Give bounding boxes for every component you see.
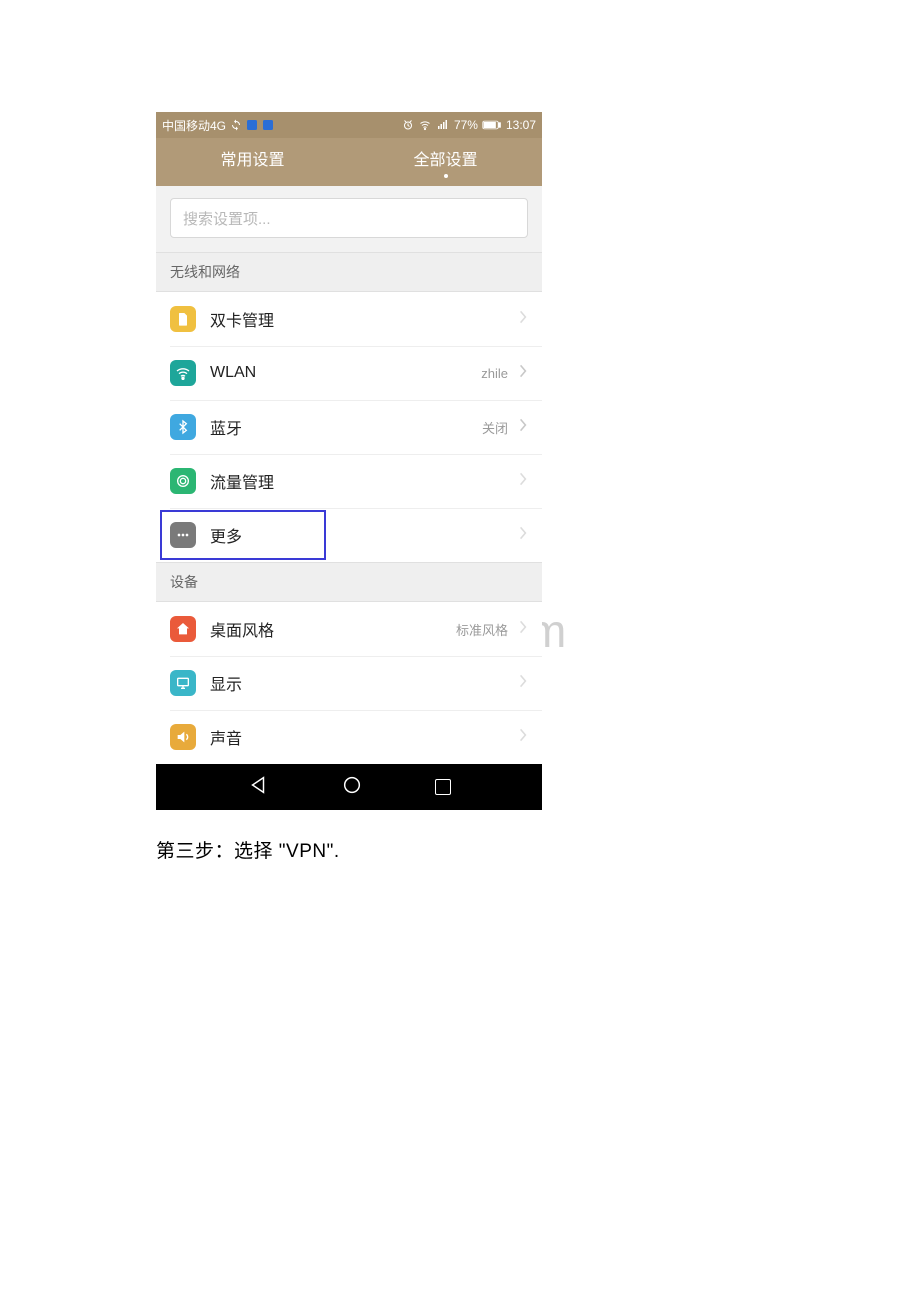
item-label: 显示 — [210, 671, 242, 695]
app-badge2-icon — [262, 119, 274, 131]
bluetooth-icon — [170, 414, 196, 440]
sim-icon — [170, 306, 196, 332]
chevron-right-icon — [518, 727, 528, 748]
back-button[interactable] — [247, 774, 269, 801]
home-button[interactable] — [341, 774, 363, 801]
search-input[interactable]: 搜索设置项... — [170, 198, 528, 238]
battery-percent: 77% — [454, 118, 478, 132]
chevron-right-icon — [518, 363, 528, 384]
wireless-list: 双卡管理 WLAN zhile 蓝牙 关闭 流量管理 — [156, 292, 542, 562]
phone-screenshot: 中国移动4G 77% 13:07 常用设置 全部设置 — [156, 112, 542, 810]
search-placeholder: 搜索设置项... — [183, 208, 271, 229]
chevron-right-icon — [518, 309, 528, 330]
item-wlan[interactable]: WLAN zhile — [156, 346, 542, 400]
data-usage-icon — [170, 468, 196, 494]
item-more[interactable]: 更多 — [156, 508, 542, 562]
recent-button[interactable] — [435, 779, 451, 795]
android-nav-bar — [156, 764, 542, 810]
wifi-icon — [418, 119, 432, 131]
tab-all-label: 全部设置 — [413, 146, 477, 170]
step-caption: 第三步：选择 "VPN". — [156, 836, 340, 863]
tab-indicator-dot — [444, 174, 448, 178]
chevron-right-icon — [518, 619, 528, 640]
device-list: 桌面风格 标准风格 显示 声音 存储 — [156, 602, 542, 788]
chevron-right-icon — [518, 471, 528, 492]
tab-all[interactable]: 全部设置 — [349, 138, 542, 186]
item-label: WLAN — [210, 364, 256, 382]
item-display[interactable]: 显示 — [156, 656, 542, 710]
clock-text: 13:07 — [506, 118, 536, 132]
app-badge-icon — [246, 119, 258, 131]
settings-tabs: 常用设置 全部设置 — [156, 138, 542, 186]
tab-common-label: 常用设置 — [220, 146, 284, 170]
home-icon — [170, 616, 196, 642]
item-value: zhile — [481, 366, 508, 381]
carrier-text: 中国移动4G — [162, 117, 226, 134]
status-bar: 中国移动4G 77% 13:07 — [156, 112, 542, 138]
item-label: 双卡管理 — [210, 307, 274, 331]
battery-icon — [482, 120, 502, 130]
wlan-icon — [170, 360, 196, 386]
more-icon — [170, 522, 196, 548]
item-label: 桌面风格 — [210, 617, 274, 641]
item-value: 关闭 — [482, 418, 508, 437]
item-label: 更多 — [210, 523, 242, 547]
section-device: 设备 — [156, 562, 542, 602]
item-label: 蓝牙 — [210, 415, 242, 439]
item-bluetooth[interactable]: 蓝牙 关闭 — [156, 400, 542, 454]
chevron-right-icon — [518, 673, 528, 694]
item-value: 标准风格 — [456, 620, 508, 639]
signal-icon — [436, 119, 450, 131]
item-label: 声音 — [210, 725, 242, 749]
sync-icon — [230, 119, 242, 131]
item-sound[interactable]: 声音 — [156, 710, 542, 764]
tab-common[interactable]: 常用设置 — [156, 138, 349, 186]
alarm-icon — [402, 119, 414, 131]
item-data-usage[interactable]: 流量管理 — [156, 454, 542, 508]
chevron-right-icon — [518, 525, 528, 546]
display-icon — [170, 670, 196, 696]
item-home-style[interactable]: 桌面风格 标准风格 — [156, 602, 542, 656]
item-label: 流量管理 — [210, 469, 274, 493]
section-wireless: 无线和网络 — [156, 252, 542, 292]
item-sim-management[interactable]: 双卡管理 — [156, 292, 542, 346]
sound-icon — [170, 724, 196, 750]
chevron-right-icon — [518, 417, 528, 438]
